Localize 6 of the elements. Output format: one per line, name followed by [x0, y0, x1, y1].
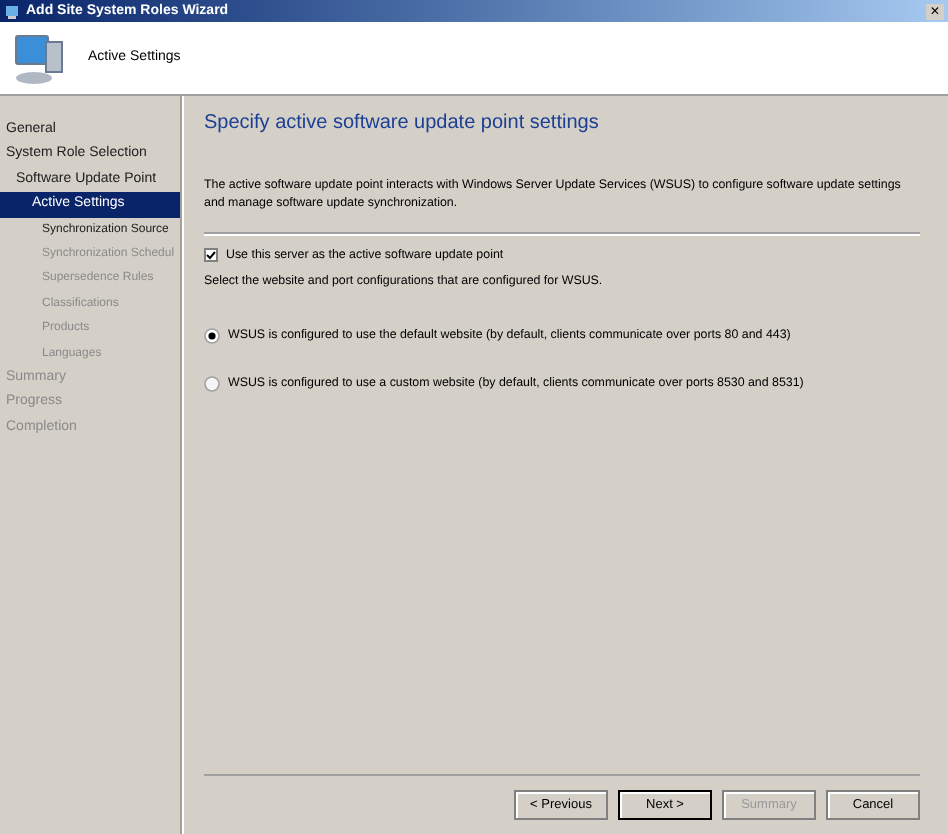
- page-heading: Specify active software update point settings: [204, 112, 601, 137]
- radio-button[interactable]: [204, 327, 220, 344]
- check-icon: [206, 249, 216, 260]
- close-button[interactable]: ×: [926, 3, 944, 19]
- radio-button[interactable]: [204, 376, 220, 393]
- window-icon: [4, 3, 20, 19]
